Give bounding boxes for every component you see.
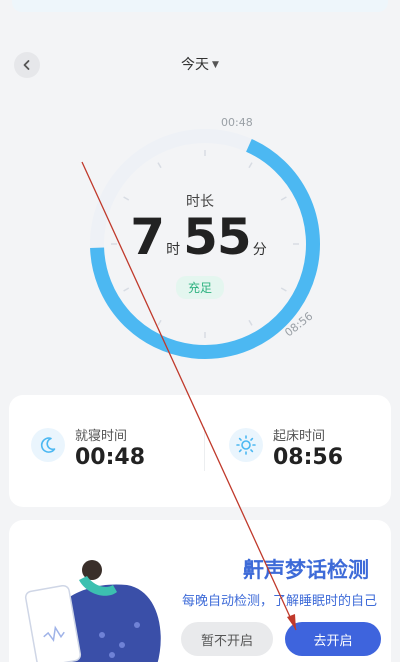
ring-tick [248,162,253,169]
hours-unit: 时 [166,242,181,258]
duration-value: 7 时 55 分 [0,208,400,266]
waketime-label: 起床时间 [273,429,326,444]
top-card-edge [12,0,388,12]
moon-icon [31,428,65,462]
ring-tick [157,319,162,326]
bedtime-label: 就寝时间 [75,429,128,444]
skip-button[interactable]: 暂不开启 [181,622,273,656]
ring-tick [123,287,130,292]
sun-icon [229,428,263,462]
duration-hours: 7 [130,208,165,266]
ring-tick [157,162,162,169]
promo-subtitle: 每晚自动检测，了解睡眠时的自己 [181,594,377,609]
quality-badge: 充足 [175,276,225,299]
ring-tick [280,287,287,292]
duration-minutes: 55 [183,208,252,266]
times-divider [204,427,205,471]
ring-tick [248,319,253,326]
caret-down-icon: ▼ [212,60,219,70]
waketime-block: 起床时间 08:56 [229,425,343,470]
promo-title: 鼾声梦话检测 [243,558,369,582]
snore-detection-card: 鼾声梦话检测 每晚自动检测，了解睡眠时的自己 暂不开启 去开启 [9,520,391,662]
sleeping-person-illustration [24,560,161,662]
bedtime-block: 就寝时间 00:48 [31,425,145,470]
date-selector[interactable]: 今天 ▼ [0,54,400,74]
header: 今天 ▼ [0,44,400,84]
sleep-ring: 00:48 08:56 时长 7 时 55 分 充足 [0,96,400,386]
minutes-unit: 分 [252,242,267,258]
waketime-value: 08:56 [273,445,344,470]
bedtime-value: 00:48 [75,445,146,470]
enable-button[interactable]: 去开启 [285,622,381,656]
start-time-label: 00:48 [221,116,253,129]
date-label: 今天 [181,57,210,73]
sleep-times-card: 就寝时间 00:48 起床时间 08:56 [9,395,391,507]
